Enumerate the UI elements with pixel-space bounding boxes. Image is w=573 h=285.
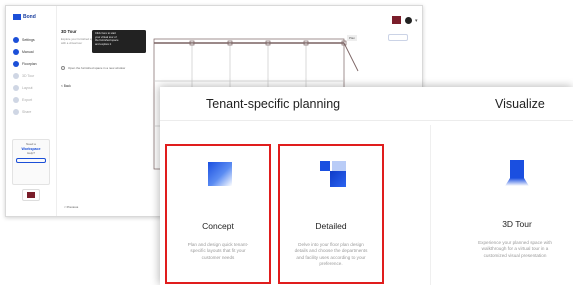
- avatar[interactable]: [405, 17, 412, 24]
- nav-item-floorplan[interactable]: Floorplan: [13, 58, 53, 69]
- tooltip-line: and explore it: [95, 42, 112, 46]
- section-title-tenant-planning: Tenant-specific planning: [206, 97, 341, 111]
- app-name: Bond: [23, 14, 36, 20]
- nav-dot-icon: [13, 60, 19, 67]
- option-card-3d-tour[interactable]: 3D Tour Experience your planned space wi…: [464, 144, 570, 284]
- open-tour-link-text: Open the furnished space in a new window: [68, 66, 126, 70]
- nav-label: 3D Tour: [22, 73, 35, 78]
- option-description: Experience your planned space with walkt…: [478, 240, 552, 258]
- help-card: Need a Workspace Help?: [12, 139, 50, 185]
- nav-dot-icon: [13, 108, 19, 115]
- nav-label: Share: [22, 109, 32, 114]
- nav-item-export[interactable]: Export: [13, 94, 53, 105]
- nav-label: Layout: [22, 85, 33, 90]
- nav-label: Floorplan: [22, 61, 37, 66]
- nav-dot-icon: [13, 36, 19, 43]
- nav-label: Settings: [22, 37, 35, 42]
- concept-icon: [208, 162, 232, 186]
- plan-toolbar-button[interactable]: [388, 34, 408, 41]
- option-description: Plan and design quick tenant-specific la…: [187, 242, 249, 260]
- option-description: Delve into your floor plan design detail…: [294, 242, 368, 267]
- option-label: Concept: [202, 221, 234, 231]
- chevron-down-icon[interactable]: ▾: [415, 18, 418, 24]
- logo-mark-icon: [13, 14, 21, 20]
- option-card-concept[interactable]: Concept Plan and design quick tenant-spe…: [165, 144, 271, 284]
- help-card-line: Help?: [27, 151, 35, 155]
- tour-title: 3D Tour: [61, 29, 77, 34]
- nav-label: Manual: [22, 49, 34, 54]
- nav-dot-icon: [13, 72, 19, 79]
- external-link-icon: [61, 66, 65, 70]
- brand-badge[interactable]: [22, 189, 40, 201]
- column-divider: [430, 125, 431, 285]
- sidebar-divider: [56, 6, 57, 216]
- plan-wall-diagonal: [343, 42, 359, 72]
- stage: Bond Settings Manual Floorplan 3D Tour L…: [0, 0, 573, 285]
- tour-tooltip: Click here to start your virtual tour of…: [92, 30, 146, 53]
- nav-item-layout[interactable]: Layout: [13, 82, 53, 93]
- open-tour-link[interactable]: Open the furnished space in a new window: [61, 66, 125, 70]
- nav-dot-icon: [13, 84, 19, 91]
- header-divider: [160, 120, 573, 121]
- nav-dot-icon: [13, 48, 19, 55]
- section-title-visualize: Visualize: [495, 97, 545, 111]
- 3d-tour-icon: [505, 160, 529, 186]
- nav-dot-icon: [13, 96, 19, 103]
- nav-item-3d-tour[interactable]: 3D Tour: [13, 70, 53, 81]
- nav-item-settings[interactable]: Settings: [13, 34, 53, 45]
- help-card-button[interactable]: [16, 157, 46, 163]
- planning-chooser-window: Tenant-specific planning Visualize Conce…: [160, 87, 573, 285]
- nav-item-share[interactable]: Share: [13, 106, 53, 117]
- nav-item-manual[interactable]: Manual: [13, 46, 53, 57]
- nav-label: Export: [22, 97, 33, 102]
- previous-link[interactable]: < Previous: [64, 205, 78, 209]
- back-link[interactable]: < Back: [61, 84, 71, 88]
- brand-flag-icon: [27, 192, 35, 198]
- language-flag-icon[interactable]: [392, 16, 401, 24]
- option-card-detailed[interactable]: Detailed Delve into your floor plan desi…: [278, 144, 384, 284]
- option-label: 3D Tour: [502, 219, 532, 229]
- side-nav: Settings Manual Floorplan 3D Tour Layout…: [13, 34, 53, 118]
- option-label: Detailed: [315, 221, 347, 231]
- app-logo[interactable]: Bond: [13, 14, 36, 20]
- detailed-icon: [320, 161, 346, 187]
